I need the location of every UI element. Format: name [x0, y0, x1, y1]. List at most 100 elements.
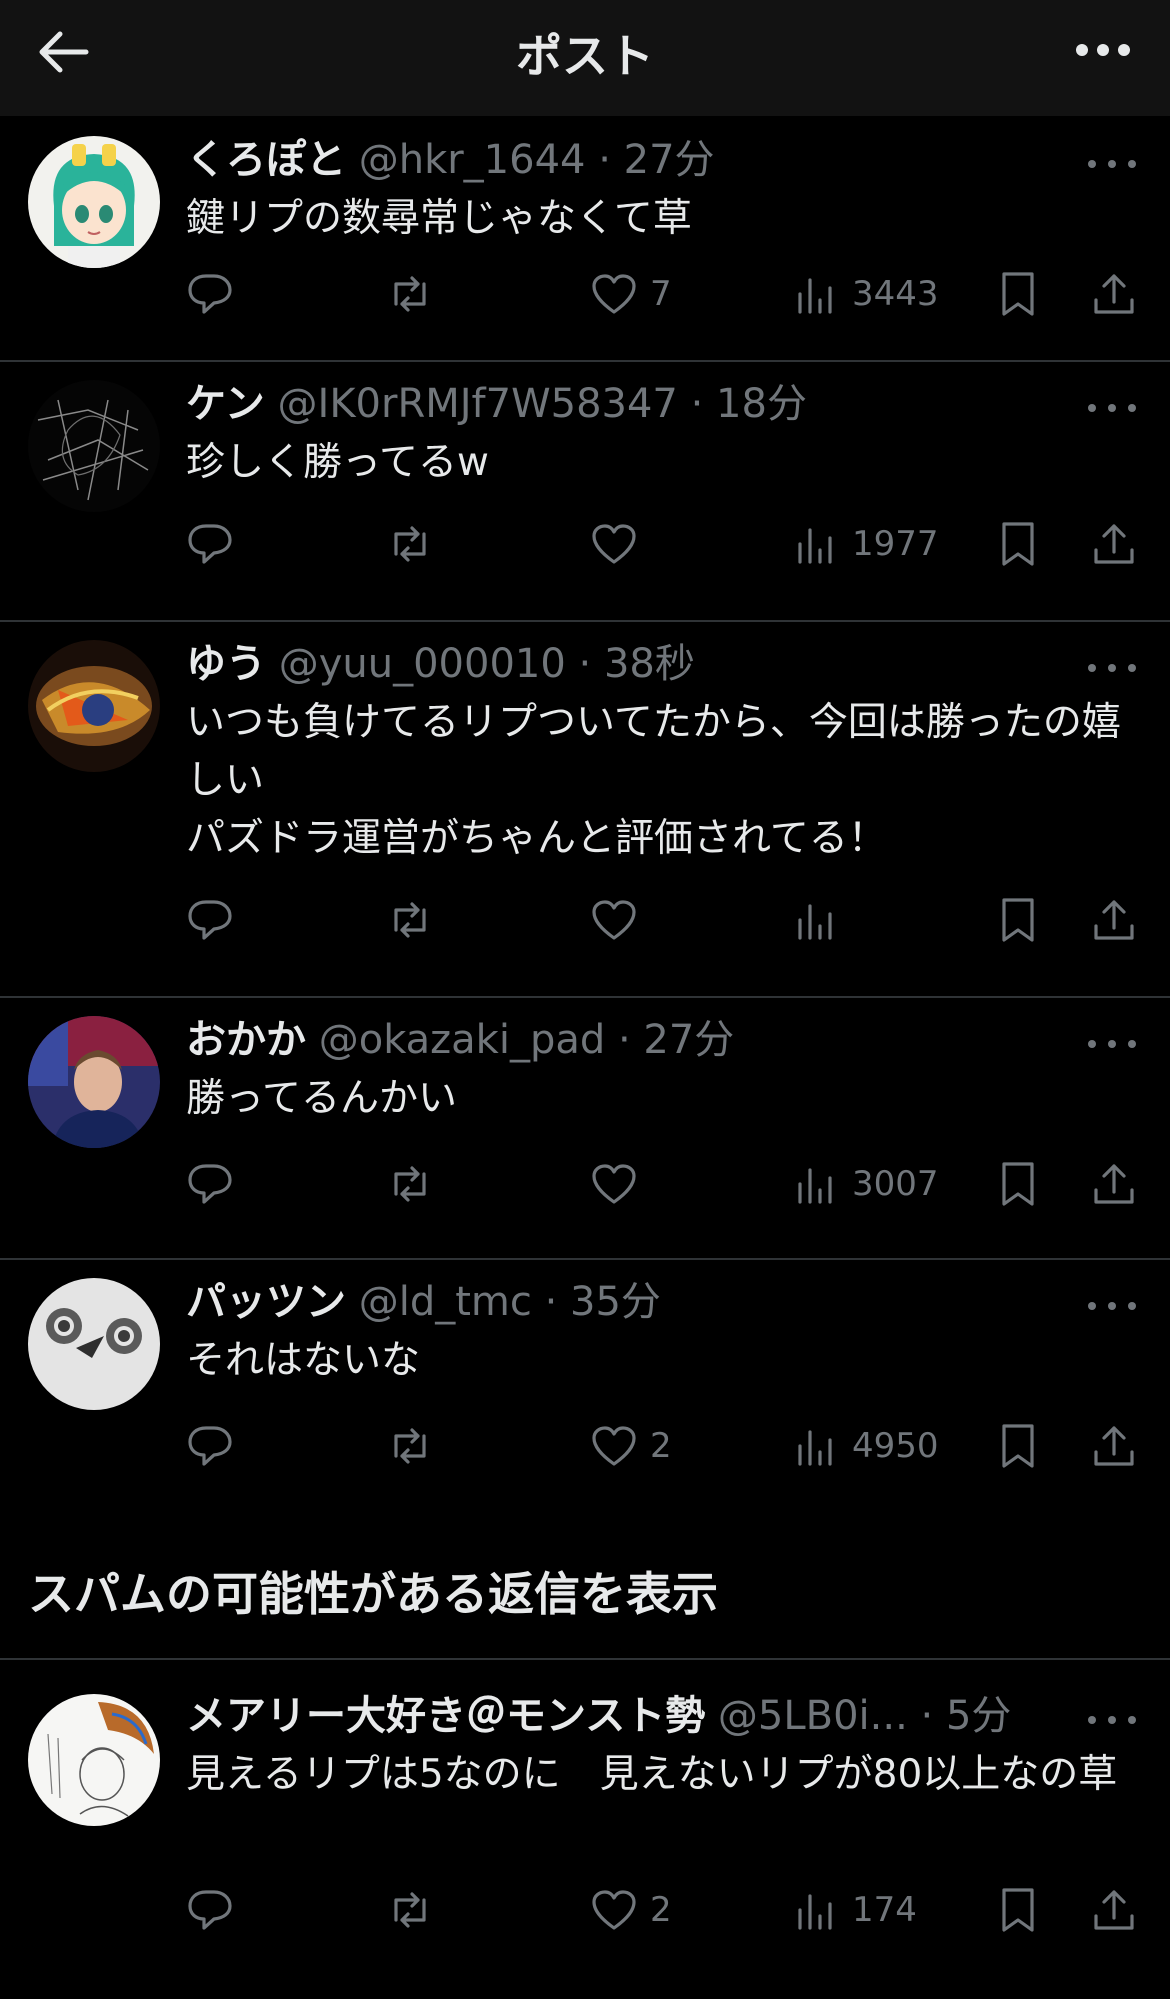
more-dot — [1108, 1716, 1116, 1724]
share-icon — [1094, 274, 1134, 314]
share-button[interactable] — [1090, 1152, 1138, 1216]
tweet-more-button[interactable] — [1084, 154, 1140, 174]
reply-button[interactable] — [186, 1152, 234, 1216]
like-button[interactable]: 7 — [590, 262, 672, 326]
likes-count: 2 — [650, 1426, 672, 1466]
tweet-more-button[interactable] — [1084, 1710, 1140, 1730]
post-time[interactable]: 38秒 — [604, 641, 695, 687]
post-time[interactable]: 5分 — [946, 1693, 1011, 1739]
reply-tweet[interactable]: くろぽと @hkr_1644 · 27分 鍵リプの数尋常じゃなくて草 7 3443 — [0, 118, 1170, 362]
user-handle[interactable]: @5LB0i... — [718, 1693, 908, 1739]
action-bar: 1977 — [0, 512, 1170, 576]
like-button[interactable] — [590, 1152, 638, 1216]
reply-button[interactable] — [186, 512, 234, 576]
user-handle[interactable]: @okazaki_pad — [319, 1017, 606, 1063]
reply-button[interactable] — [186, 888, 234, 952]
like-button[interactable] — [590, 888, 638, 952]
share-button[interactable] — [1090, 262, 1138, 326]
show-spam-replies-link[interactable]: スパムの可能性がある返信を表示 — [28, 1558, 718, 1624]
bookmark-button[interactable] — [994, 1414, 1042, 1478]
reply-button[interactable] — [186, 1878, 234, 1942]
reply-tweet[interactable]: ゆう @yuu_000010 · 38秒 いつも負けてるリプついてたから、今回は… — [0, 622, 1170, 998]
avatar[interactable] — [28, 1278, 160, 1410]
views-button[interactable] — [792, 888, 840, 952]
display-name[interactable]: メアリー大好き＠モンスト勢 — [186, 1693, 705, 1739]
bookmark-icon — [1002, 272, 1034, 316]
share-icon — [1094, 900, 1134, 940]
display-name[interactable]: ゆう — [186, 641, 266, 687]
retweet-icon — [394, 526, 426, 562]
avatar[interactable] — [28, 1694, 160, 1826]
avatar[interactable] — [28, 136, 160, 268]
display-name[interactable]: くろぽと — [186, 137, 346, 183]
more-dot — [1097, 44, 1109, 56]
like-button[interactable]: 2 — [590, 1878, 672, 1942]
tweet-more-button[interactable] — [1084, 1296, 1140, 1316]
repost-button[interactable] — [386, 262, 434, 326]
bookmark-icon — [1002, 1888, 1034, 1932]
display-name[interactable]: おかか — [186, 1017, 306, 1063]
user-handle[interactable]: @IK0rRMJf7W58347 — [278, 381, 678, 427]
separator-dot: · — [617, 1017, 631, 1063]
separator-dot: · — [544, 1279, 558, 1325]
reply-text: 勝ってるんかい — [186, 1076, 458, 1121]
repost-button[interactable] — [386, 888, 434, 952]
post-time[interactable]: 35分 — [570, 1279, 661, 1325]
repost-button[interactable] — [386, 1878, 434, 1942]
reply-tweet[interactable]: パッツン @ld_tmc · 35分 それはないな 2 4950 — [0, 1260, 1170, 1490]
views-button[interactable]: 1977 — [792, 512, 939, 576]
reply-tweet[interactable]: おかか @okazaki_pad · 27分 勝ってるんかい 3007 — [0, 998, 1170, 1260]
views-button[interactable]: 174 — [792, 1878, 917, 1942]
user-handle[interactable]: @yuu_000010 — [279, 641, 566, 687]
more-options-button[interactable] — [1066, 28, 1140, 72]
share-button[interactable] — [1090, 1414, 1138, 1478]
separator-dot: · — [920, 1693, 934, 1739]
bookmark-button[interactable] — [994, 888, 1042, 952]
display-name[interactable]: ケン — [186, 381, 265, 427]
like-button[interactable] — [590, 512, 638, 576]
post-time[interactable]: 27分 — [624, 137, 715, 183]
like-button[interactable]: 2 — [590, 1414, 672, 1478]
reply-button[interactable] — [186, 262, 234, 326]
reply-header: メアリー大好き＠モンスト勢 @5LB0i... · 5分 — [186, 1688, 1060, 1744]
views-count: 3007 — [852, 1164, 939, 1204]
more-dot — [1108, 664, 1116, 672]
repost-button[interactable] — [386, 1414, 434, 1478]
reply-tweet[interactable]: ケン @IK0rRMJf7W58347 · 18分 珍しく勝ってるw 1977 — [0, 362, 1170, 622]
reply-icon — [188, 1426, 232, 1466]
share-button[interactable] — [1090, 512, 1138, 576]
display-name[interactable]: パッツン — [186, 1279, 346, 1325]
avatar[interactable] — [28, 380, 160, 512]
tweet-more-button[interactable] — [1084, 1034, 1140, 1054]
user-handle[interactable]: @ld_tmc — [359, 1279, 532, 1325]
share-button[interactable] — [1090, 888, 1138, 952]
views-count: 1977 — [852, 524, 939, 564]
tweet-more-button[interactable] — [1084, 398, 1140, 418]
spam-reply-tweet[interactable]: メアリー大好き＠モンスト勢 @5LB0i... · 5分 見えるリプは5なのに … — [0, 1660, 1170, 1999]
views-icon — [798, 1168, 832, 1204]
bookmark-button[interactable] — [994, 512, 1042, 576]
bookmark-icon — [1002, 1162, 1034, 1206]
views-icon — [798, 1430, 832, 1466]
repost-button[interactable] — [386, 512, 434, 576]
retweet-icon — [394, 1892, 426, 1928]
post-time[interactable]: 18分 — [716, 381, 807, 427]
views-button[interactable]: 4950 — [792, 1414, 939, 1478]
bookmark-button[interactable] — [994, 1878, 1042, 1942]
bookmark-button[interactable] — [994, 262, 1042, 326]
reply-button[interactable] — [186, 1414, 234, 1478]
likes-count: 7 — [650, 274, 672, 314]
avatar[interactable] — [28, 1016, 160, 1148]
user-handle[interactable]: @hkr_1644 — [359, 137, 586, 183]
avatar[interactable] — [28, 640, 160, 772]
views-button[interactable]: 3007 — [792, 1152, 939, 1216]
action-bar — [0, 888, 1170, 952]
post-time[interactable]: 27分 — [643, 1017, 734, 1063]
repost-button[interactable] — [386, 1152, 434, 1216]
bookmark-button[interactable] — [994, 1152, 1042, 1216]
tweet-more-button[interactable] — [1084, 658, 1140, 678]
reply-text: 珍しく勝ってるw — [186, 440, 489, 485]
views-button[interactable]: 3443 — [792, 262, 939, 326]
share-button[interactable] — [1090, 1878, 1138, 1942]
reply-text: 鍵リプの数尋常じゃなくて草 — [186, 196, 692, 241]
